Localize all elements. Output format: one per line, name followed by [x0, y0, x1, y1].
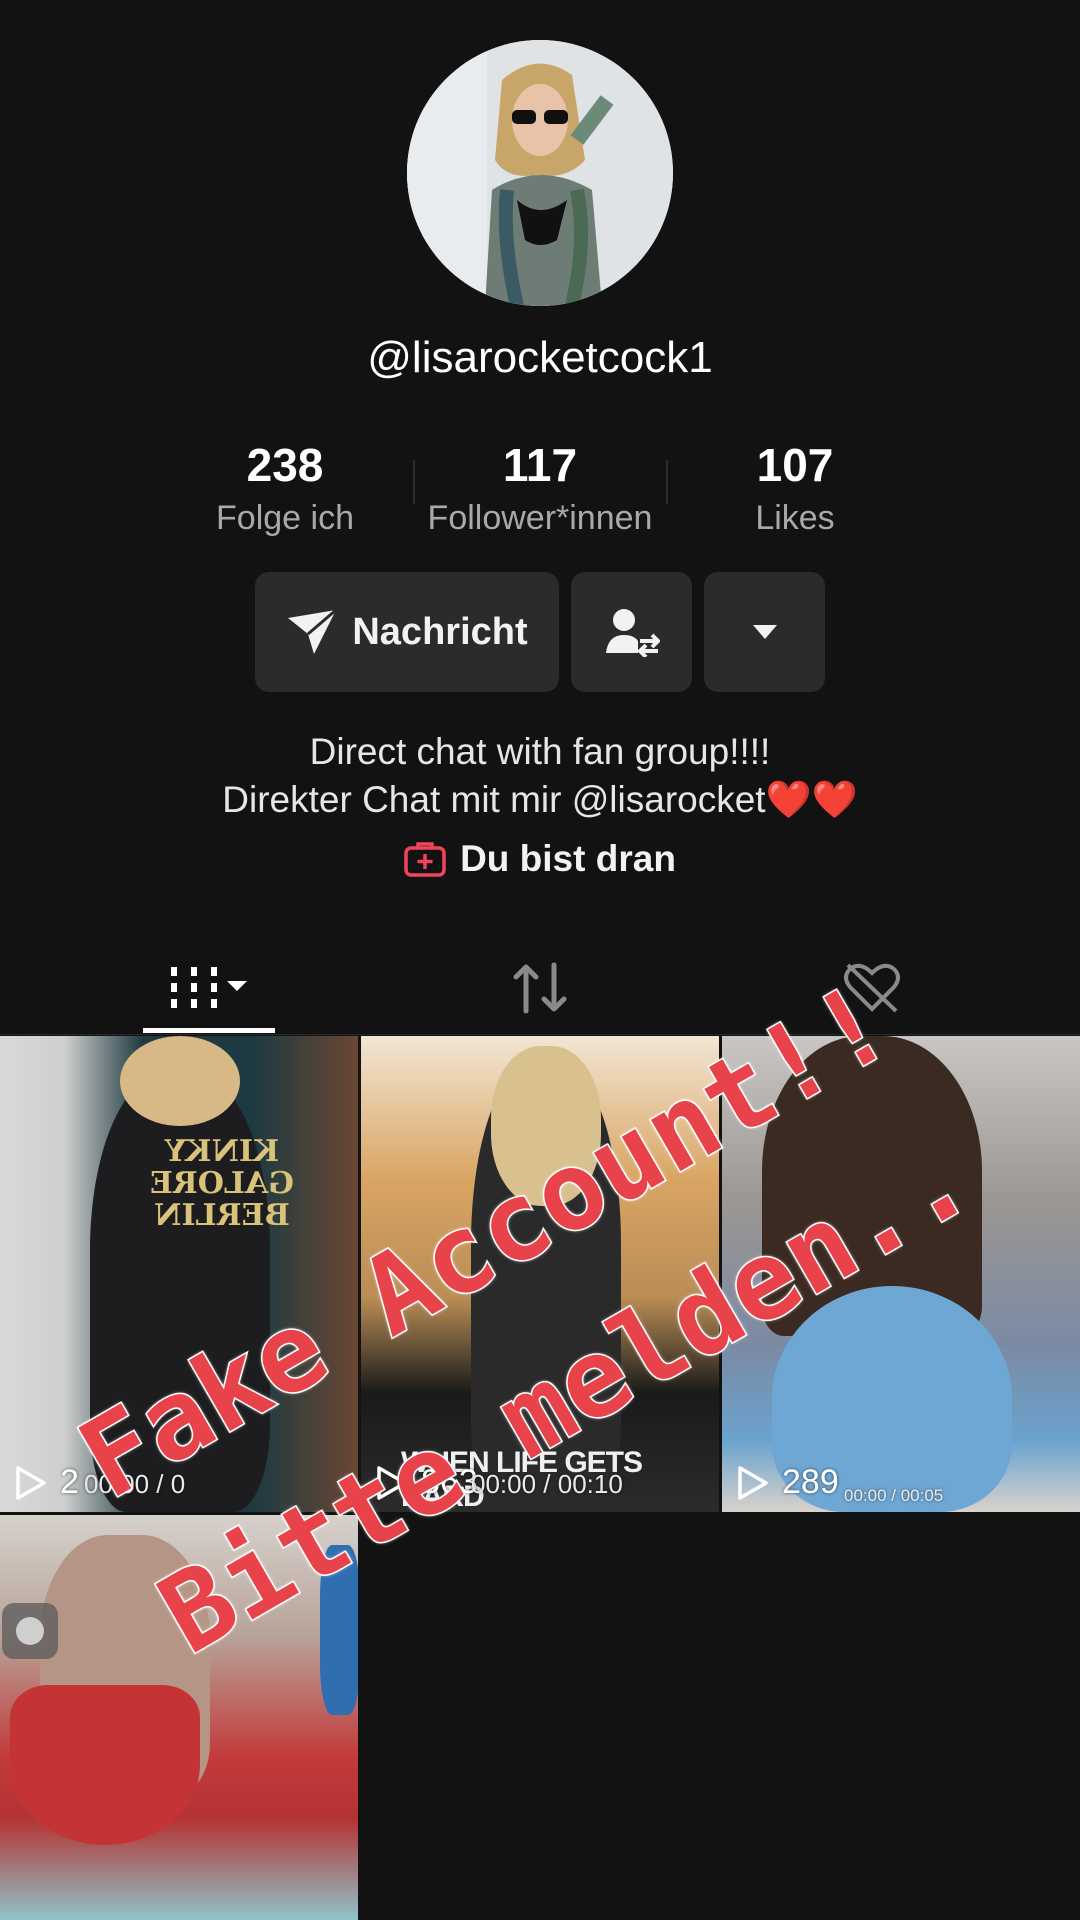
username: @lisarocketcock1	[367, 333, 713, 382]
stat-following[interactable]: 238 Folge ich	[155, 438, 415, 542]
floating-assistive-button[interactable]	[2, 1603, 58, 1659]
stat-followers-label: Follower*innen	[427, 499, 653, 537]
stat-likes-value: 107	[756, 439, 834, 491]
active-tab-indicator	[143, 1028, 275, 1033]
bio-line-2: Direkter Chat mit mir @lisarocket❤️❤️	[222, 779, 858, 820]
stat-divider	[666, 460, 668, 504]
view-count: 2	[14, 1463, 79, 1502]
more-options-button[interactable]	[704, 572, 825, 692]
caret-down-icon	[752, 625, 777, 639]
video-timestamp: 00:00 / 00:05	[844, 1486, 944, 1505]
stats-row: 238 Folge ich 117 Follower*innen 107 Lik…	[0, 438, 1080, 538]
view-count: 289	[736, 1463, 839, 1502]
hoodie-print: KINKY GALORE BERLIN	[150, 1134, 294, 1233]
stat-following-label: Folge ich	[216, 499, 354, 537]
grid-icon	[171, 967, 247, 1008]
stat-divider	[413, 460, 415, 504]
content-tabs	[0, 940, 1080, 1036]
bio-line-1: Direct chat with fan group!!!!	[309, 731, 771, 772]
video-thumbnail-hair	[120, 1036, 240, 1126]
video-thumbnail-swimsuit	[10, 1685, 200, 1845]
your-turn-label: Du bist dran	[460, 838, 676, 879]
profile-page: @lisarocketcock1 238 Folge ich 117 Follo…	[0, 0, 1080, 1920]
avatar[interactable]	[407, 40, 673, 306]
tab-videos[interactable]	[143, 940, 275, 1036]
stat-likes-label: Likes	[755, 499, 835, 537]
your-turn-link[interactable]: Du bist dran	[0, 838, 1080, 880]
view-count-value: 2	[60, 1463, 79, 1501]
medical-bag-icon	[404, 841, 446, 877]
follow-back-button[interactable]	[571, 572, 692, 692]
assistive-dot-icon	[16, 1617, 44, 1645]
stat-followers-value: 117	[502, 439, 578, 491]
bio: Direct chat with fan group!!!! Direkter …	[0, 728, 1080, 824]
stat-following-value: 238	[246, 439, 324, 491]
send-icon	[288, 608, 338, 654]
message-button-label: Nachricht	[352, 610, 528, 653]
tab-reposts[interactable]	[490, 940, 590, 1036]
play-icon	[16, 1465, 46, 1500]
message-button[interactable]: Nachricht	[255, 572, 559, 692]
divider	[0, 1034, 1080, 1035]
avatar-photo	[407, 40, 673, 306]
user-swap-icon	[605, 609, 660, 657]
view-count-value: 289	[782, 1463, 839, 1501]
stat-likes[interactable]: 107 Likes	[665, 438, 925, 542]
repost-icon	[513, 962, 567, 1014]
stat-followers[interactable]: 117 Follower*innen	[410, 438, 670, 542]
play-icon	[738, 1465, 768, 1500]
